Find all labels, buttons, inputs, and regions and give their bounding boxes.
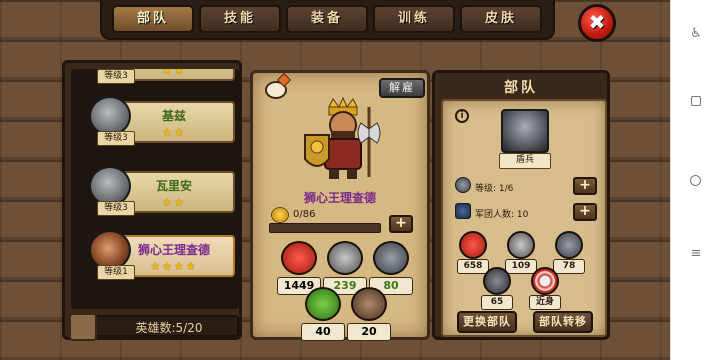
info-icon[interactable]: i xyxy=(455,109,469,123)
hero-level: 等级3 xyxy=(97,131,135,146)
unit-portrait xyxy=(501,109,549,153)
legion-size-text: 军团人数: 10 xyxy=(475,210,529,220)
menu-icon[interactable]: ≡ xyxy=(688,246,704,262)
shield-icon xyxy=(373,241,409,275)
close-icon: ✖ xyxy=(588,10,606,34)
tab-training[interactable]: 训练 xyxy=(373,5,455,33)
legion-icon xyxy=(455,203,471,219)
hero-portrait xyxy=(89,230,131,270)
legion-plus-button[interactable]: + xyxy=(573,203,597,221)
hero-portrait xyxy=(89,166,131,206)
transfer-unit-button[interactable]: 部队转移 xyxy=(533,311,593,333)
tab-skills[interactable]: 技能 xyxy=(199,5,281,33)
hero-count-bar: 英雄数:5/20 xyxy=(69,313,239,341)
heart-icon xyxy=(281,241,317,275)
hero-count: 英雄数:5/20 xyxy=(135,321,203,335)
close-button[interactable]: ✖ xyxy=(578,4,616,42)
list-item[interactable]: 瓦里安 ★★ 等级3 xyxy=(71,163,239,221)
hero-name: 狮心王理查德 xyxy=(137,243,210,257)
stat-value: 40 xyxy=(301,323,345,341)
unit-panel-body: i 盾兵 等级: 1/6 + 军团人数: 10 + 658 109 78 65 … xyxy=(441,99,607,337)
add-xp-button[interactable]: + xyxy=(389,215,413,233)
xp-text: 0/86 xyxy=(293,209,316,220)
hero-detail-panel: 解雇 狮心王理查德 0/86 + 1449 239 80 40 20 xyxy=(250,70,430,341)
shield-icon xyxy=(555,231,583,259)
stat-speed: 20 xyxy=(347,287,391,347)
accessibility-icon[interactable]: ♿ xyxy=(688,26,704,42)
hero-name: 基兹 xyxy=(161,109,186,123)
tab-skins[interactable]: 皮肤 xyxy=(460,5,542,33)
hero-level: 等级3 xyxy=(97,69,135,84)
tab-equipment[interactable]: 装备 xyxy=(286,5,368,33)
list-item[interactable]: ★★ 等级3 xyxy=(71,69,239,89)
unit-panel-title: 部队 xyxy=(504,80,538,96)
hero-level: 等级3 xyxy=(97,201,135,216)
list-item[interactable]: 基兹 ★★ 等级3 xyxy=(71,93,239,151)
tab-bar: 部队 技能 装备 训练 皮肤 xyxy=(100,0,555,40)
unit-panel: 部队 i 盾兵 等级: 1/6 + 军团人数: 10 + 658 109 78 … xyxy=(432,70,610,340)
list-item[interactable]: 狮心王理查德 ★★★★ 等级1 xyxy=(71,227,239,285)
game-screen: 部队 技能 装备 训练 皮肤 ✖ ★★ 等级3 基兹 ★★ 等级3 瓦里安 ★★… xyxy=(0,0,670,360)
recents-icon[interactable] xyxy=(691,96,701,106)
stat-luck: 40 xyxy=(301,287,345,347)
stat-value: 65 xyxy=(481,295,513,310)
hero-list[interactable]: ★★ 等级3 基兹 ★★ 等级3 瓦里安 ★★ 等级3 狮心王理查德 ★★★★ … xyxy=(71,69,239,309)
system-nav-bar: ♿ ≡ xyxy=(670,0,720,360)
sword-icon xyxy=(507,231,535,259)
unit-level-icon xyxy=(455,177,471,193)
hero-name-title: 狮心王理查德 xyxy=(303,191,376,205)
sword-icon xyxy=(327,241,363,275)
unit-level-plus-button[interactable]: + xyxy=(573,177,597,195)
hero-name: 瓦里安 xyxy=(155,179,192,193)
home-icon[interactable] xyxy=(690,175,701,186)
clover-icon xyxy=(305,287,341,321)
helmet-icon xyxy=(483,267,511,295)
tab-troops[interactable]: 部队 xyxy=(112,5,194,33)
unit-name: 盾兵 xyxy=(499,153,551,169)
xp-bar xyxy=(269,223,381,233)
unit-stat-range: 近身 xyxy=(529,267,561,315)
stat-value: 20 xyxy=(347,323,391,341)
dismiss-button[interactable]: 解雇 xyxy=(379,78,425,98)
target-icon xyxy=(531,267,559,295)
plus-icon: + xyxy=(579,177,591,193)
boot-icon xyxy=(351,287,387,321)
hero-level: 等级1 xyxy=(97,265,135,280)
xp-coin-icon xyxy=(271,207,289,223)
heart-icon xyxy=(459,231,487,259)
helmet-icon xyxy=(69,313,97,341)
hero-portrait xyxy=(89,96,131,136)
hero-figure xyxy=(304,97,381,179)
unit-stat-armor: 65 xyxy=(481,267,513,315)
plus-icon: + xyxy=(579,203,591,219)
hero-list-panel: ★★ 等级3 基兹 ★★ 等级3 瓦里安 ★★ 等级3 狮心王理查德 ★★★★ … xyxy=(62,60,242,341)
stat-value: 近身 xyxy=(529,295,561,310)
swap-unit-button[interactable]: 更换部队 xyxy=(457,311,517,333)
plus-icon: + xyxy=(395,215,407,231)
unit-level-text: 等级: 1/6 xyxy=(475,184,514,194)
